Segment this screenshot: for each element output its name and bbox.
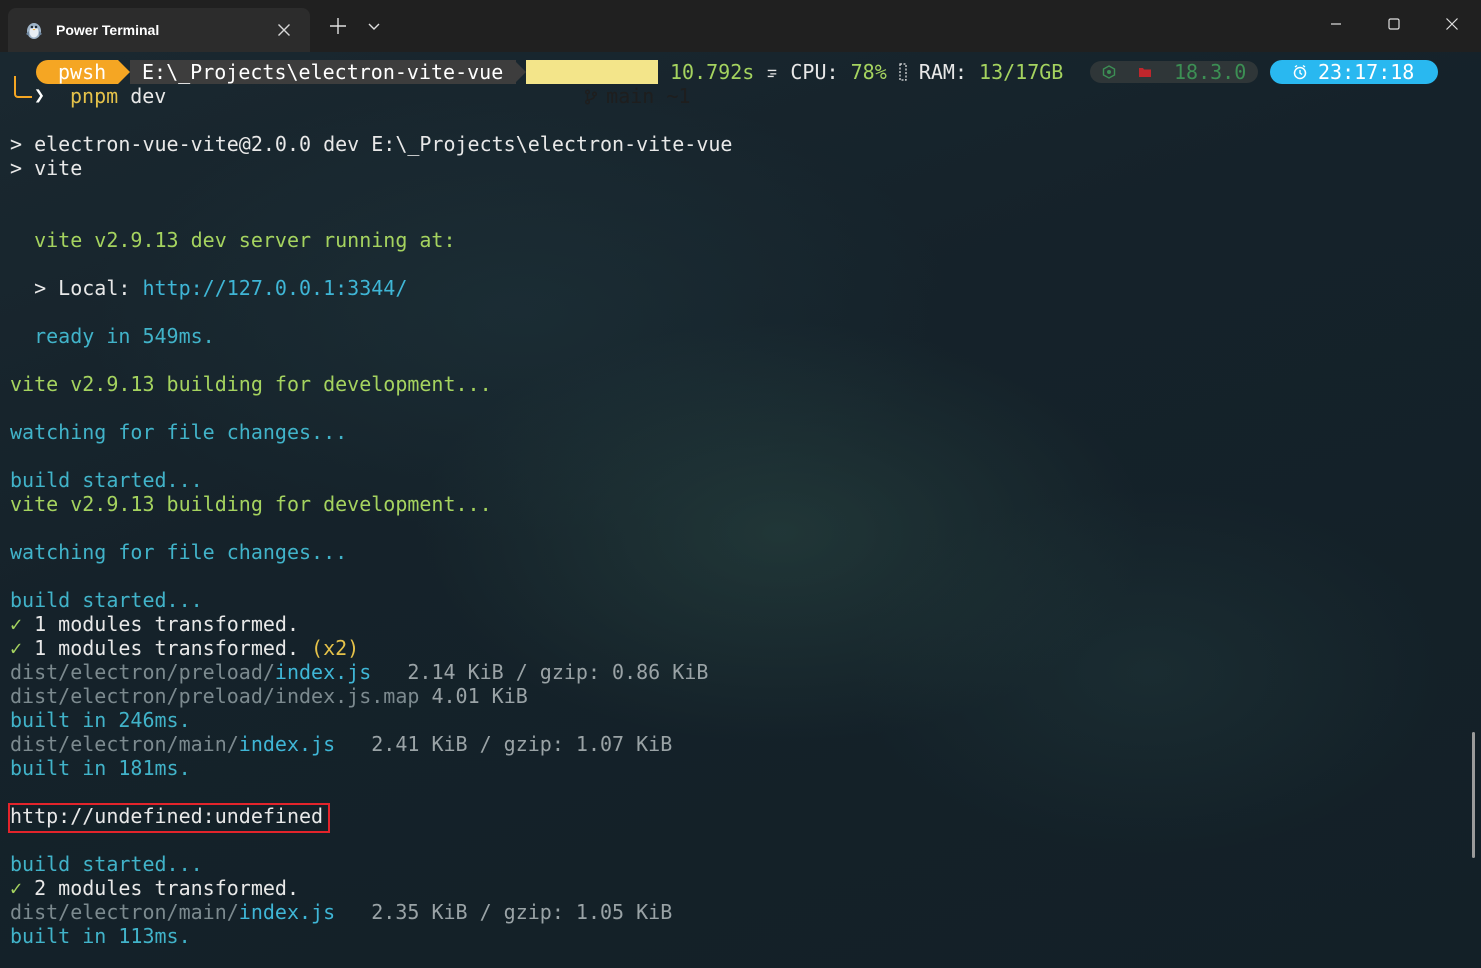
building-line-1: vite v2.9.13 building for development...: [10, 372, 492, 396]
tab-power-terminal[interactable]: Power Terminal: [8, 8, 310, 52]
transformed-text-1: 1 modules transformed.: [22, 612, 299, 636]
command-name: pnpm: [70, 84, 119, 108]
watching-line-1: watching for file changes...: [10, 420, 348, 444]
plus-icon[interactable]: [328, 16, 348, 36]
ram-label: RAM:: [918, 60, 967, 84]
terminal-output[interactable]: pwsh E:\_Projects\electron-vite-vue main…: [0, 52, 1481, 968]
build-started-line-2: build started...: [10, 588, 203, 612]
local-url-link[interactable]: http://127.0.0.1:3344/: [142, 276, 407, 300]
prompt-shell-segment: pwsh: [36, 60, 118, 84]
prompt-command: pnpm dev: [70, 84, 166, 108]
minimize-icon[interactable]: [1322, 12, 1350, 36]
build-started-line-3: build started...: [10, 852, 203, 876]
duration: 10.792s: [670, 60, 755, 84]
script-line-1: > electron-vue-vite@2.0.0 dev E:\_Projec…: [10, 132, 733, 156]
main-file-line-1: dist/electron/main/index.js 2.41 KiB / g…: [10, 732, 672, 756]
repeat-count: (x2): [299, 636, 360, 660]
highlight-box: [8, 803, 330, 833]
preload-map-file: index.js.map: [274, 684, 420, 708]
transformed-line-1: ✓ 1 modules transformed.: [10, 612, 299, 636]
close-icon[interactable]: [1438, 12, 1466, 36]
segment-arrow-2: [514, 60, 526, 84]
ram-value: 13/17GB: [979, 60, 1064, 84]
git-branch-icon: [585, 89, 598, 105]
transformed-text-3: 2 modules transformed.: [22, 876, 299, 900]
script-line-2: > vite: [10, 156, 83, 180]
main-dir-1: dist/electron/main/: [10, 732, 239, 756]
git-branch-label: main ~1: [606, 84, 691, 108]
penguin-icon: [26, 23, 42, 39]
node-version-pill: 18.3.0: [1090, 60, 1258, 84]
prompt-bracket: [14, 76, 32, 98]
maximize-icon[interactable]: [1380, 12, 1408, 36]
preload-map-line: dist/electron/preload/index.js.map 4.01 …: [10, 684, 528, 708]
main-file-2: index.js: [238, 900, 336, 924]
preload-map-size: 4.01 KiB: [419, 684, 528, 708]
main-file-line-2: dist/electron/main/index.js 2.35 KiB / g…: [10, 900, 672, 924]
ready-line: ready in 549ms.: [10, 324, 215, 348]
node-icon: [1102, 65, 1116, 79]
clock-icon: [1293, 64, 1307, 80]
transformed-line-2: ✓ 1 modules transformed. (x2): [10, 636, 359, 660]
check-icon: ✓: [10, 876, 23, 900]
command-args: dev: [130, 84, 167, 108]
sparkle-icon: [768, 69, 777, 78]
close-tab-icon[interactable]: [274, 20, 294, 40]
build-started-line-1: build started...: [10, 468, 203, 492]
transformed-line-3: ✓ 2 modules transformed.: [10, 876, 299, 900]
watching-line-2: watching for file changes...: [10, 540, 348, 564]
built-line-1: built in 246ms.: [10, 708, 191, 732]
chevron-down-icon[interactable]: [364, 16, 384, 36]
preload-map-dir: dist/electron/preload/: [10, 684, 275, 708]
preload-file: index.js: [274, 660, 372, 684]
preload-dir: dist/electron/preload/: [10, 660, 275, 684]
main-size-1: 2.41 KiB / gzip: 1.07 KiB: [335, 732, 673, 756]
built-line-3: built in 113ms.: [10, 924, 191, 948]
local-url-line: > Local: http://127.0.0.1:3344/: [10, 276, 407, 300]
prompt-stats: 10.792s CPU: 78% RAM: 13/17GB: [670, 60, 1063, 84]
check-icon: ✓: [10, 612, 23, 636]
tab-title: Power Terminal: [56, 22, 160, 38]
local-prefix: > Local:: [10, 276, 143, 300]
ram-chip-icon: [899, 63, 907, 81]
prompt-git-segment: main ~1: [526, 60, 690, 108]
folder-icon: [1139, 68, 1151, 77]
prompt-path-segment: E:\_Projects\electron-vite-vue: [130, 60, 516, 84]
clock-time: 23:17:18: [1318, 60, 1415, 84]
cpu-label: CPU:: [790, 60, 839, 84]
check-icon: ✓: [10, 636, 23, 660]
main-file-1: index.js: [238, 732, 336, 756]
title-bar: Power Terminal: [0, 0, 1481, 52]
transformed-text-2: 1 modules transformed.: [22, 636, 299, 660]
preload-file-line: dist/electron/preload/index.js 2.14 KiB …: [10, 660, 708, 684]
prompt-chevron-icon: ❯: [34, 85, 45, 106]
main-dir-2: dist/electron/main/: [10, 900, 239, 924]
segment-arrow-1: [118, 60, 130, 84]
main-size-2: 2.35 KiB / gzip: 1.05 KiB: [335, 900, 673, 924]
built-line-2: built in 181ms.: [10, 756, 191, 780]
time-pill: 23:17:18: [1270, 60, 1438, 84]
preload-size: 2.14 KiB / gzip: 0.86 KiB: [371, 660, 709, 684]
dev-server-line: vite v2.9.13 dev server running at:: [10, 228, 456, 252]
node-version: 18.3.0: [1174, 60, 1247, 84]
cpu-value: 78%: [850, 60, 887, 84]
scrollbar-thumb[interactable]: [1472, 732, 1475, 858]
building-line-2: vite v2.9.13 building for development...: [10, 492, 492, 516]
